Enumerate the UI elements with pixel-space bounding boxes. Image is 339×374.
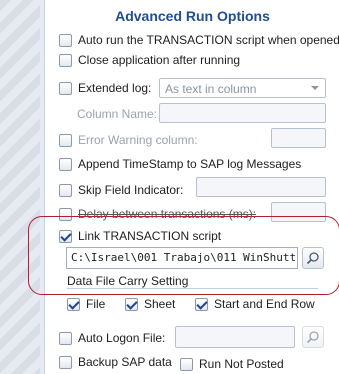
carry-file-label: File (86, 297, 106, 311)
column-name-row: Column Name: (77, 106, 157, 122)
auto-logon-option[interactable]: Auto Logon File: (59, 330, 165, 346)
backup-sap-checkbox[interactable] (59, 355, 72, 369)
carry-setting-label: Data File Carry Setting (67, 274, 189, 288)
carry-setting-divider (67, 288, 318, 289)
link-transaction-path-input[interactable]: C:\Israel\001 Trabajo\011 WinShuttle\006 (66, 247, 298, 269)
carry-sheet-option[interactable]: Sheet (125, 296, 175, 312)
error-warning-option[interactable]: Error Warning column: (59, 132, 198, 148)
panel-title: Advanced Run Options (115, 8, 270, 24)
extended-log-dropdown[interactable]: As text in column (159, 78, 326, 98)
extended-log-option[interactable]: Extended log: (59, 80, 151, 96)
delay-input[interactable] (271, 202, 326, 222)
column-name-input[interactable] (159, 103, 326, 123)
carry-start-end-row-option[interactable]: Start and End Row (195, 296, 315, 312)
append-timestamp-label: Append TimeStamp to SAP log Messages (78, 157, 302, 171)
skip-field-option[interactable]: Skip Field Indicator: (59, 182, 183, 198)
carry-sheet-checkbox[interactable] (125, 297, 138, 311)
auto-logon-input[interactable] (175, 326, 295, 348)
auto-run-option[interactable]: Auto run the TRANSACTION script when ope… (59, 32, 339, 48)
skip-field-label: Skip Field Indicator: (78, 183, 184, 197)
close-app-option[interactable]: Close application after running (59, 52, 240, 68)
delay-option[interactable]: Delay between transactions (ms): (59, 206, 256, 222)
carry-file-option[interactable]: File (67, 296, 105, 312)
advanced-run-options-panel: Advanced Run Options Auto run the TRANSA… (44, 0, 339, 374)
append-timestamp-option[interactable]: Append TimeStamp to SAP log Messages (59, 156, 301, 172)
carry-start-end-row-checkbox[interactable] (195, 297, 208, 311)
auto-logon-label: Auto Logon File: (78, 331, 166, 345)
error-warning-input[interactable] (271, 128, 326, 148)
auto-logon-checkbox[interactable] (59, 331, 72, 345)
link-transaction-label: Link TRANSACTION script (78, 229, 222, 243)
skip-field-checkbox[interactable] (59, 183, 72, 197)
chevron-down-icon (311, 86, 319, 90)
extended-log-checkbox[interactable] (59, 81, 72, 95)
error-warning-checkbox[interactable] (59, 133, 72, 147)
link-transaction-checkbox[interactable] (59, 229, 72, 243)
magnifier-icon (306, 331, 319, 344)
left-decorative-strip (0, 0, 40, 374)
run-not-posted-checkbox[interactable] (180, 357, 193, 371)
delay-checkbox[interactable] (59, 207, 72, 221)
backup-sap-option[interactable]: Backup SAP data (59, 354, 172, 370)
auto-run-checkbox[interactable] (59, 33, 72, 47)
auto-run-label: Auto run the TRANSACTION script when ope… (78, 33, 339, 47)
carry-file-checkbox[interactable] (67, 297, 80, 311)
close-app-label: Close application after running (78, 53, 241, 67)
browse-button[interactable] (302, 247, 324, 269)
link-transaction-option[interactable]: Link TRANSACTION script (59, 228, 221, 244)
carry-start-end-row-label: Start and End Row (214, 297, 315, 311)
run-not-posted-option[interactable]: Run Not Posted (180, 356, 284, 372)
run-not-posted-label: Run Not Posted (199, 357, 284, 371)
backup-sap-label: Backup SAP data (78, 355, 172, 369)
append-timestamp-checkbox[interactable] (59, 157, 72, 171)
extended-log-dropdown-value: As text in column (165, 82, 257, 96)
magnifier-icon (306, 252, 319, 265)
error-warning-label: Error Warning column: (78, 133, 198, 147)
close-app-checkbox[interactable] (59, 53, 72, 67)
extended-log-label: Extended log: (78, 81, 152, 95)
skip-field-input[interactable] (196, 177, 326, 197)
delay-label: Delay between transactions (ms): (78, 207, 257, 221)
column-name-label: Column Name: (77, 107, 158, 121)
auto-logon-browse-button[interactable] (302, 326, 324, 348)
carry-sheet-label: Sheet (144, 297, 176, 311)
